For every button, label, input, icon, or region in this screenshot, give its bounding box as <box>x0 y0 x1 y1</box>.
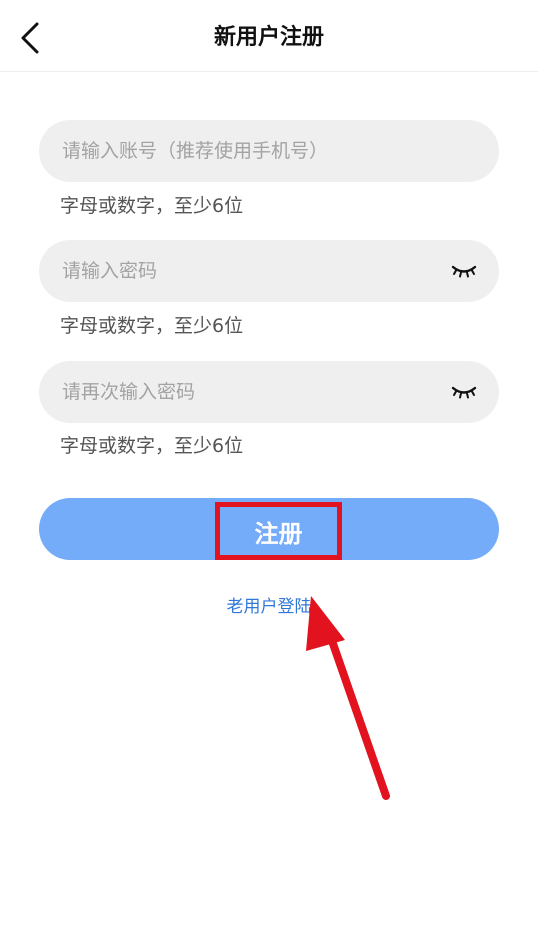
old-user-login-link[interactable]: 老用户登陆 <box>0 595 538 619</box>
confirm-password-field-wrapper <box>39 361 499 423</box>
account-hint: 字母或数字，至少6位 <box>60 195 244 217</box>
register-button[interactable] <box>39 498 499 560</box>
confirm-password-hint: 字母或数字，至少6位 <box>60 435 244 457</box>
password-field-wrapper <box>39 240 499 302</box>
eye-closed-icon <box>451 386 477 399</box>
confirm-password-input[interactable] <box>39 361 499 423</box>
nav-bar: 新用户注册 <box>0 0 538 72</box>
register-page: 新用户注册 字母或数字，至少6位 字母或数字，至少6位 <box>0 0 538 927</box>
account-input[interactable] <box>39 120 499 182</box>
account-field-wrapper <box>39 120 499 182</box>
eye-closed-icon <box>451 265 477 278</box>
password-input[interactable] <box>39 240 499 302</box>
confirm-password-visibility-toggle[interactable] <box>449 380 479 404</box>
password-hint: 字母或数字，至少6位 <box>60 315 244 337</box>
password-visibility-toggle[interactable] <box>449 259 479 283</box>
page-title: 新用户注册 <box>213 25 324 50</box>
